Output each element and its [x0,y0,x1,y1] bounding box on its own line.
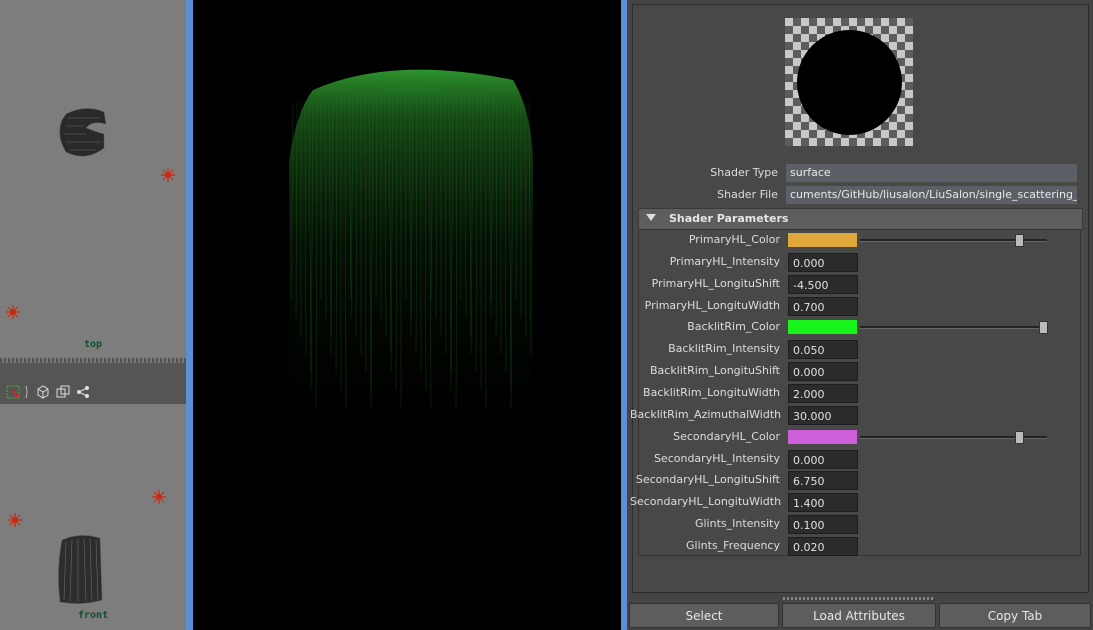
hair-render-image [289,69,533,455]
param-value-field[interactable]: 0.000 [788,450,858,469]
light-icon[interactable] [161,168,175,182]
param-label: PrimaryHL_LongituShift [651,277,780,290]
param-value-field[interactable]: 30.000 [788,406,858,425]
front-viewport-label: front [78,610,109,621]
shader-preview-sphere [797,30,902,135]
param-value-field[interactable]: 0.050 [788,340,858,359]
hair-mesh-top-view [59,108,107,157]
viewport-toolbar [0,363,186,404]
param-value-field[interactable]: 0.100 [788,515,858,534]
panel-separator[interactable] [186,0,193,630]
collapse-triangle-icon[interactable] [646,214,656,221]
param-label: PrimaryHL_LongituWidth [644,299,780,312]
color-swatch[interactable] [788,430,857,444]
shader-file-label: Shader File [717,188,778,201]
param-value-field[interactable]: 2.000 [788,384,858,403]
node-graph-icon[interactable] [76,385,90,399]
param-value-field[interactable]: 0.700 [788,297,858,316]
param-label: SecondaryHL_Color [673,430,780,443]
color-swatch[interactable] [788,233,857,247]
hair-mesh-front-view [58,535,103,604]
param-value-field[interactable]: -4.500 [788,275,858,294]
param-value-field[interactable]: 1.400 [788,493,858,512]
color-swatch[interactable] [788,320,857,334]
param-label: PrimaryHL_Color [688,233,780,246]
param-value-field[interactable]: 0.020 [788,537,858,556]
param-label: Glints_Frequency [686,539,780,552]
light-icon[interactable] [8,513,22,527]
viewport-column: top front [0,0,186,630]
shader-swatch-preview [785,18,913,146]
param-label: BacklitRim_LongituWidth [643,386,780,399]
resize-grip[interactable] [783,597,933,600]
param-label: BacklitRim_Intensity [668,342,780,355]
top-viewport[interactable]: top [0,0,186,358]
select-tool-icon[interactable] [6,385,20,399]
shader-type-field[interactable]: surface [786,164,1077,182]
param-label: BacklitRim_AzimuthalWidth [630,408,782,421]
slider-handle[interactable] [1039,321,1048,334]
light-icon[interactable] [152,490,166,504]
slider-handle[interactable] [1015,234,1024,247]
shader-type-label: Shader Type [710,166,778,179]
color-value-slider[interactable] [860,326,1047,329]
top-viewport-label: top [84,339,103,350]
front-viewport[interactable]: front [0,404,186,630]
param-label: SecondaryHL_LongituWidth [630,495,782,508]
duplicate-icon[interactable] [56,385,70,399]
param-label: BacklitRim_Color [687,320,780,333]
render-view[interactable] [193,0,621,630]
shader-parameters-header[interactable]: Shader Parameters [638,208,1083,230]
copy-tab-button[interactable]: Copy Tab [939,603,1091,628]
cube-icon[interactable] [36,385,50,399]
shader-file-field[interactable]: cuments/GitHub/liusalon/LiuSalon/single_… [786,186,1077,204]
param-label: SecondaryHL_LongituShift [635,473,780,486]
section-title: Shader Parameters [669,212,789,225]
separator-icon [25,385,28,399]
slider-handle[interactable] [1015,431,1024,444]
param-value-field[interactable]: 0.000 [788,362,858,381]
load-attributes-button[interactable]: Load Attributes [782,603,936,628]
param-label: Glints_Intensity [694,517,780,530]
param-label: SecondaryHL_Intensity [653,452,780,465]
param-label: BacklitRim_LongituShift [649,364,780,377]
param-value-field[interactable]: 0.000 [788,253,858,272]
param-value-field[interactable]: 6.750 [788,471,858,490]
select-button[interactable]: Select [629,603,779,628]
light-icon[interactable] [6,305,20,319]
param-label: PrimaryHL_Intensity [669,255,780,268]
